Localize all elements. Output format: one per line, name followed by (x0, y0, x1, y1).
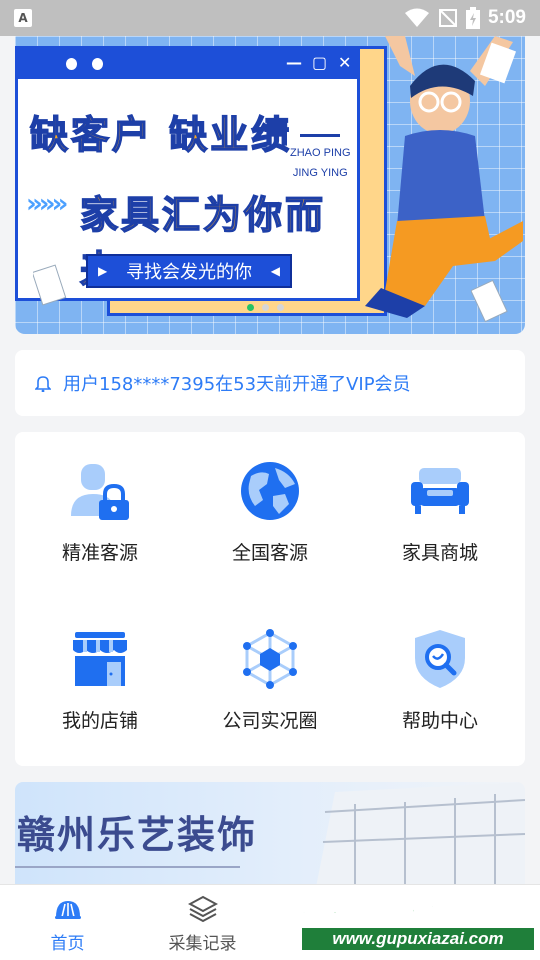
layers-icon (187, 895, 218, 923)
grid-item-label: 我的店铺 (61, 710, 138, 732)
shield-search-icon (415, 630, 465, 688)
promo-banner-carousel[interactable]: — ▢ ✕ 缺客户 缺业绩 ZHAO PING JING YING »»» 家具… (15, 36, 525, 334)
banner-window-titlebar: — ▢ ✕ (18, 49, 357, 79)
site-watermark: 谷普软件园 www.gupuxiazai.com (296, 876, 540, 956)
window-minimize-icon: — (286, 53, 302, 72)
battery-charging-icon (465, 7, 480, 29)
app-notification-icon: A (14, 9, 32, 27)
home-shell-icon (54, 901, 81, 919)
grid-item-help-center[interactable]: 帮助中心 (355, 600, 525, 750)
globe-icon (241, 462, 299, 520)
tab-collection-records[interactable]: 采集记录 (135, 885, 270, 960)
tab-label: 采集记录 (168, 934, 237, 954)
promo-divider (15, 866, 240, 868)
vip-notice-text: 用户158****7395在53天前开通了VIP会员 (63, 374, 411, 395)
tab-label: 首页 (50, 934, 85, 954)
window-dot (66, 58, 77, 70)
grid-item-label: 精准客源 (61, 542, 138, 564)
status-icons: 5:09 (404, 7, 526, 29)
window-maximize-icon: ▢ (312, 53, 328, 72)
no-signal-icon (438, 9, 457, 27)
user-lock-icon (71, 464, 129, 520)
banner-cta-button[interactable]: ▶ 寻找会发光的你 ◀ (86, 254, 292, 288)
grid-item-label: 公司实况圈 (222, 710, 318, 732)
grid-item-label: 家具商城 (401, 542, 478, 564)
grid-item-company-moments[interactable]: 公司实况圈 (185, 600, 355, 750)
grid-item-precise-leads[interactable]: 精准客源 (15, 432, 185, 582)
banner-window: — ▢ ✕ 缺客户 缺业绩 ZHAO PING JING YING »»» 家具… (15, 46, 360, 301)
sofa-icon (411, 468, 469, 514)
promo-company-name: 赣州乐艺装饰 (17, 813, 258, 857)
paper-illustration (471, 279, 508, 323)
clock: 5:09 (487, 7, 526, 28)
pager-dot[interactable] (277, 304, 284, 311)
pager-dot[interactable] (247, 304, 254, 311)
vip-notice-bar[interactable]: 用户158****7395在53天前开通了VIP会员 (15, 350, 525, 416)
grid-item-label: 帮助中心 (401, 710, 478, 732)
banner-cta-label: 寻找会发光的你 (126, 262, 252, 283)
tab-home[interactable]: 首页 (0, 885, 135, 960)
grid-item-label: 全国客源 (231, 542, 308, 564)
window-dot (92, 58, 103, 70)
carousel-pager[interactable] (247, 304, 284, 311)
network-hexagon-icon (243, 629, 297, 689)
status-bar: A 5:09 (0, 0, 540, 36)
banner-side-text: ZHAO PING JING YING (290, 134, 351, 183)
banner-chevrons: »»» (26, 189, 68, 219)
grid-item-national-leads[interactable]: 全国客源 (185, 432, 355, 582)
watermark-url: www.gupuxiazai.com (302, 928, 534, 950)
bell-icon (35, 376, 51, 392)
pager-dot[interactable] (262, 304, 269, 311)
play-left-icon: ◀ (270, 264, 280, 278)
play-right-icon: ▶ (98, 264, 108, 278)
wifi-icon (404, 8, 429, 27)
banner-headline-1: 缺客户 缺业绩 (29, 112, 293, 158)
grid-item-my-shop[interactable]: 我的店铺 (15, 600, 185, 750)
paper-illustration (33, 264, 67, 306)
grid-item-furniture-mall[interactable]: 家具商城 (355, 432, 525, 582)
shop-icon (73, 632, 127, 686)
feature-grid: 精准客源 全国客源 家具商城 我的店铺 公司实况圈 帮助中心 (15, 432, 525, 766)
